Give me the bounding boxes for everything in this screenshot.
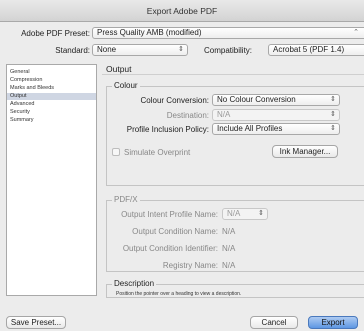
sidebar-item-summary[interactable]: Summary (7, 117, 96, 124)
chevron-updown-icon: ⇕ (330, 125, 336, 132)
colour-conversion-value: No Colour Conversion (217, 95, 296, 104)
profile-inclusion-policy-value: Include All Profiles (217, 124, 283, 133)
sidebar-item-advanced[interactable]: Advanced (7, 101, 96, 108)
preset-select[interactable]: Press Quality AMB (modified) ⌃ (92, 27, 364, 39)
chevron-updown-icon: ⇕ (330, 111, 336, 118)
compatibility-label: Compatibility: (204, 46, 253, 55)
output-condition-identifier-value: N/A (222, 244, 236, 253)
pdfx-group-title: PDF/X (112, 195, 140, 204)
window-title-bar: Export Adobe PDF (0, 0, 364, 22)
output-intent-profile-select[interactable]: N/A ⇕ (222, 208, 268, 220)
standard-label: Standard: (55, 46, 90, 55)
sidebar-item-compression[interactable]: Compression (7, 77, 96, 84)
colour-group-title: Colour (112, 81, 140, 90)
export-button[interactable]: Export (308, 316, 358, 329)
destination-label: Destination: (166, 111, 209, 120)
output-condition-name-value: N/A (222, 227, 236, 236)
panel-heading: Output (106, 64, 132, 74)
chevron-updown-icon: ⇕ (178, 46, 184, 53)
description-text: Position the pointer over a heading to v… (116, 291, 242, 297)
output-intent-profile-value: N/A (227, 209, 241, 218)
colour-conversion-select[interactable]: No Colour Conversion ⇕ (212, 94, 340, 106)
compatibility-select[interactable]: Acrobat 5 (PDF 1.4) (268, 44, 364, 56)
sidebar-item-general[interactable]: General (7, 69, 96, 76)
chevron-updown-icon: ⌃ (353, 29, 359, 36)
simulate-overprint-checkbox[interactable] (112, 148, 120, 156)
preset-value: Press Quality AMB (modified) (97, 28, 202, 37)
simulate-overprint-label: Simulate Overprint (124, 148, 191, 157)
registry-name-value: N/A (222, 261, 236, 270)
colour-conversion-label: Colour Conversion: (140, 96, 209, 105)
sidebar-panel-list: General Compression Marks and Bleeds Out… (6, 64, 97, 296)
chevron-updown-icon: ⇕ (330, 96, 336, 103)
sidebar-item-output[interactable]: Output (7, 93, 96, 100)
compatibility-value: Acrobat 5 (PDF 1.4) (273, 45, 345, 54)
cancel-button[interactable]: Cancel (250, 316, 298, 329)
standard-select[interactable]: None ⇕ (92, 44, 188, 56)
chevron-updown-icon: ⇕ (258, 210, 264, 217)
ink-manager-button[interactable]: Ink Manager... (272, 145, 338, 158)
standard-value: None (97, 45, 117, 54)
sidebar-item-security[interactable]: Security (7, 109, 96, 116)
heading-divider (102, 74, 364, 75)
destination-select[interactable]: N/A ⇕ (212, 109, 340, 121)
registry-name-label: Registry Name: (162, 261, 218, 270)
sidebar-item-marks-and-bleeds[interactable]: Marks and Bleeds (7, 85, 96, 92)
output-condition-name-label: Output Condition Name: (132, 227, 218, 236)
window-title: Export Adobe PDF (146, 6, 218, 16)
output-intent-profile-label: Output Intent Profile Name: (121, 210, 218, 219)
save-preset-button[interactable]: Save Preset... (6, 316, 66, 329)
profile-inclusion-policy-select[interactable]: Include All Profiles ⇕ (212, 123, 340, 135)
description-group-title: Description (112, 279, 157, 288)
preset-label: Adobe PDF Preset: (21, 29, 90, 38)
output-condition-identifier-label: Output Condition Identifier: (122, 244, 218, 253)
destination-value: N/A (217, 110, 231, 119)
profile-inclusion-policy-label: Profile Inclusion Policy: (126, 125, 209, 134)
